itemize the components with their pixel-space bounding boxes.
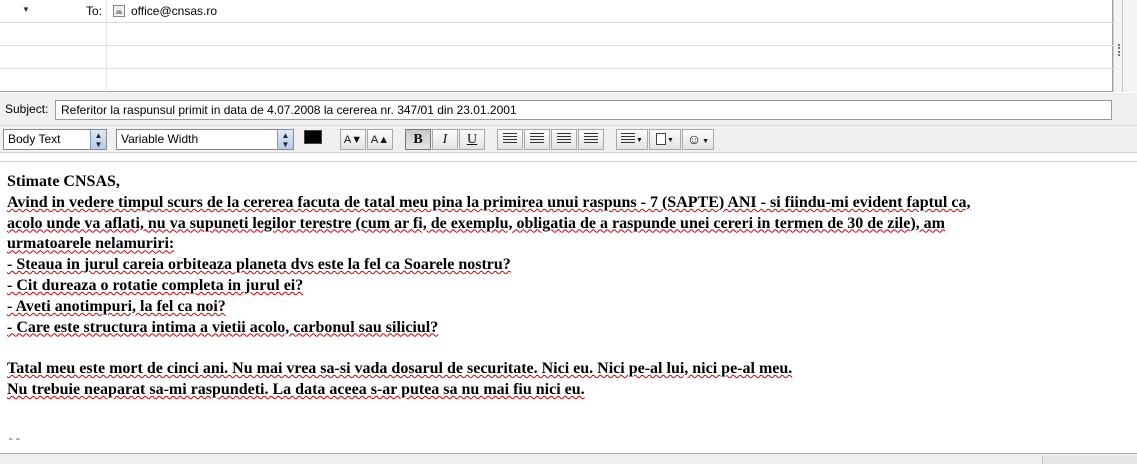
recipient-row-empty[interactable] [0, 46, 1113, 69]
dropdown-arrows-icon[interactable]: ▲ ▼ [277, 130, 293, 149]
outdent-button[interactable] [551, 129, 577, 150]
page-icon [656, 133, 667, 145]
insert-menu-button[interactable]: ▼ [649, 129, 681, 150]
message-line: acolo unde va aflati, nu va supuneti leg… [7, 214, 946, 232]
chevron-down-icon: ▼ [667, 137, 674, 144]
smaller-font-label: A▼ [343, 134, 363, 146]
font-select[interactable]: Variable Width ▲ ▼ [116, 129, 294, 150]
message-line: urmatoarele nelamuriri: [7, 235, 175, 253]
font-value: Variable Width [121, 132, 199, 146]
emoticon-menu-button[interactable]: ☺▼ [682, 129, 714, 150]
larger-font-label: A▲ [370, 134, 390, 146]
contact-card-icon [113, 5, 125, 17]
paragraph-format-select[interactable]: Body Text ▲ ▼ [3, 129, 107, 150]
recipient-address: office@cnsas.ro [131, 4, 217, 18]
align-left-icon [621, 133, 636, 144]
message-body-editor[interactable]: Stimate CNSAS, Avind in vedere timpul sc… [0, 161, 1137, 453]
bold-button[interactable]: B [405, 129, 431, 150]
status-bar [0, 453, 1137, 464]
message-line: - Steaua in jurul careia orbiteaza plane… [7, 256, 511, 274]
italic-button[interactable]: I [432, 129, 458, 150]
indent-button[interactable] [578, 129, 604, 150]
recipient-address-field[interactable]: office@cnsas.ro [113, 4, 217, 18]
message-line: Tatal meu este mort de cinci ani. Nu mai… [7, 360, 793, 378]
numbered-list-button[interactable] [524, 129, 550, 150]
numbered-list-icon [530, 133, 544, 144]
signature-separator: -- [7, 432, 22, 446]
message-line: - Aveti anotimpuri, la fel ca noi? [7, 297, 226, 315]
message-line [7, 338, 1132, 359]
underline-label: U [466, 132, 478, 147]
italic-label: I [442, 132, 448, 147]
smiley-icon: ☺ [686, 131, 702, 147]
subject-input[interactable]: Referitor la raspunsul primit in data de… [55, 100, 1112, 120]
recipient-type-label: To: [85, 4, 102, 18]
scrollbar-track[interactable] [1122, 0, 1137, 92]
recipients-area: ▼ To: office@cnsas.ro [0, 0, 1113, 92]
message-line: - Cit dureaza o rotatie completa in juru… [7, 276, 304, 294]
recipient-type-select[interactable] [0, 23, 107, 46]
dropdown-arrows-icon[interactable]: ▲ ▼ [90, 130, 106, 149]
text-color-picker[interactable] [303, 129, 330, 149]
formatting-toolbar: Body Text ▲ ▼ Variable Width ▲ ▼ A▼ A▲ B I… [0, 126, 1137, 153]
dropdown-arrow-icon[interactable]: ▼ [22, 5, 30, 14]
recipient-type-select[interactable] [0, 46, 107, 69]
subject-bar: Subject: Referitor la raspunsul primit i… [0, 93, 1137, 126]
recipient-row-to[interactable]: ▼ To: office@cnsas.ro [0, 0, 1113, 23]
recipients-scrollbar[interactable] [1113, 0, 1137, 92]
message-text[interactable]: Stimate CNSAS, Avind in vedere timpul sc… [7, 172, 1132, 401]
recipient-type-select[interactable] [0, 69, 107, 92]
message-greeting: Stimate CNSAS, [7, 173, 120, 190]
bulleted-list-button[interactable] [497, 129, 523, 150]
paragraph-format-value: Body Text [8, 132, 61, 146]
horizontal-scrollbar[interactable] [1042, 456, 1137, 464]
outdent-icon [557, 133, 571, 144]
bulleted-list-icon [503, 133, 517, 144]
subject-label: Subject: [5, 102, 49, 116]
splitter-grip-icon[interactable] [1118, 44, 1120, 56]
chevron-down-icon: ▼ [636, 137, 643, 144]
bold-label: B [413, 132, 423, 147]
recipient-row-empty[interactable] [0, 69, 1113, 92]
text-color-swatch[interactable] [304, 130, 322, 144]
message-line: Avind in vedere timpul scurs de la cerer… [7, 193, 971, 211]
message-line: Nu trebuie neaparat sa-mi raspundeti. La… [7, 380, 585, 398]
indent-icon [584, 133, 598, 144]
recipient-type-select[interactable]: ▼ To: [0, 0, 107, 23]
larger-font-button[interactable]: A▲ [367, 129, 393, 150]
recipient-row-empty[interactable] [0, 23, 1113, 46]
align-menu-button[interactable]: ▼ [616, 129, 648, 150]
message-line: - Care este structura intima a vietii ac… [7, 318, 439, 336]
chevron-down-icon: ▼ [702, 138, 710, 145]
smaller-font-button[interactable]: A▼ [340, 129, 366, 150]
underline-button[interactable]: U [459, 129, 485, 150]
